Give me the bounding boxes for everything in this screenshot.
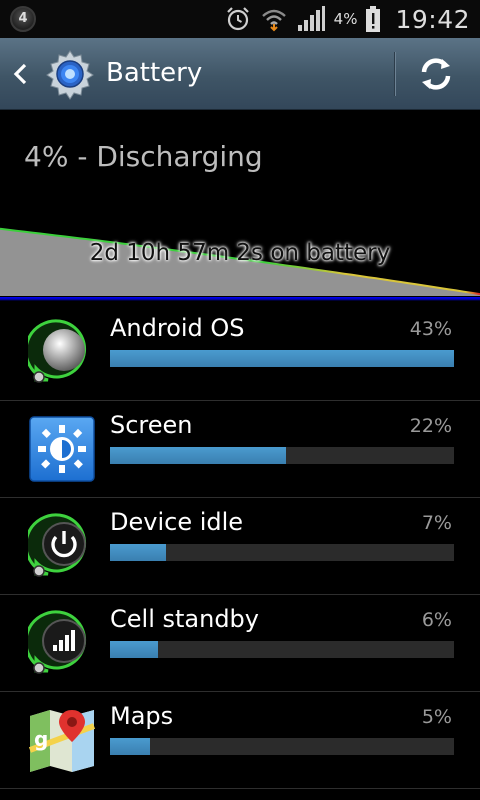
usage-bar-track [110, 544, 454, 561]
usage-item-name: Device idle [110, 508, 244, 536]
usage-item-name: Maps [110, 702, 174, 730]
list-item-device-idle[interactable]: Device idle 7% [0, 498, 480, 595]
usage-item-name: Screen [110, 411, 193, 439]
battery-alert-icon [365, 5, 381, 33]
screen-brightness-icon [28, 415, 96, 483]
graph-baseline [0, 297, 480, 301]
usage-item-name: Android OS [110, 314, 245, 342]
svg-text:g: g [34, 727, 48, 751]
page-title: Battery [106, 58, 203, 88]
usage-item-percent: 6% [421, 609, 452, 631]
signal-icon [296, 5, 326, 33]
usage-bar-track [110, 738, 454, 755]
alarm-icon [224, 5, 252, 33]
settings-gear-icon[interactable] [44, 48, 96, 100]
usage-item-name: Cell standby [110, 605, 259, 633]
usage-bar-track [110, 641, 454, 658]
usage-bar-fill [110, 738, 150, 755]
usage-item-percent: 5% [421, 706, 452, 728]
wifi-icon [260, 5, 288, 33]
chevron-left-icon[interactable] [12, 62, 30, 90]
usage-item-percent: 22% [409, 415, 452, 437]
usage-bar-track [110, 447, 454, 464]
status-bar: 4 4% 19:42 [0, 0, 480, 38]
usage-item-percent: 43% [409, 318, 452, 340]
list-item-maps[interactable]: g Maps 5% [0, 692, 480, 789]
usage-bar-fill [110, 447, 286, 464]
list-item-screen[interactable]: Screen 22% [0, 401, 480, 498]
usage-bar-fill [110, 641, 158, 658]
notification-badge: 4 [10, 6, 36, 32]
refresh-icon[interactable] [416, 54, 456, 94]
action-bar: Battery [0, 38, 480, 110]
list-item-android-os[interactable]: Android OS 43% [0, 304, 480, 401]
battery-status-text: 4% - Discharging [24, 140, 263, 173]
power-icon [24, 512, 96, 580]
battery-usage-list: Android OS 43% Screen 22% Device idle 7%… [0, 304, 480, 789]
battery-percent: 4% [333, 10, 358, 28]
android-os-icon [24, 318, 96, 386]
usage-bar-track [110, 350, 454, 367]
cell-signal-icon [24, 609, 96, 677]
on-battery-duration: 2d 10h 57m 2s on battery [89, 240, 391, 266]
usage-item-percent: 7% [421, 512, 452, 534]
clock: 19:42 [395, 4, 470, 34]
action-divider [394, 52, 396, 96]
usage-bar-fill [110, 350, 454, 367]
usage-bar-fill [110, 544, 166, 561]
list-item-cell-standby[interactable]: Cell standby 6% [0, 595, 480, 692]
status-icons: 4% 19:42 [224, 0, 470, 38]
maps-icon: g [28, 706, 96, 774]
